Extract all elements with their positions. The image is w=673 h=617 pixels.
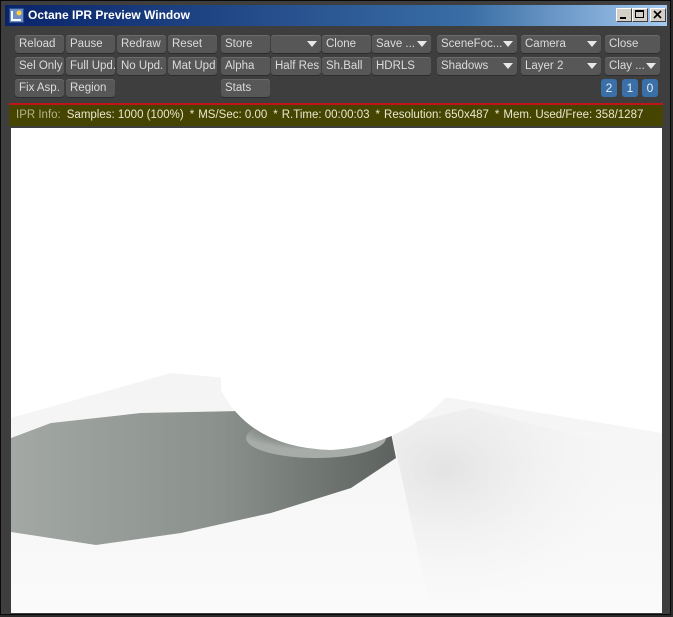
store-slot-dropdown[interactable] (271, 35, 321, 53)
save-label: Save ... (376, 38, 415, 50)
clay-dropdown[interactable]: Clay ... (605, 57, 660, 75)
region-button[interactable]: Region (66, 79, 115, 97)
counter-a[interactable]: 2 (601, 79, 617, 97)
info-ms-sec: MS/Sec: 0.00 (198, 109, 268, 121)
toolbar: Reload Pause Redraw Reset Store Clone Sa… (5, 28, 667, 101)
ipr-info-bar: IPR Info: Samples: 1000 (100%) * MS/Sec: 0.… (9, 105, 663, 126)
no-upd-button[interactable]: No Upd. (117, 57, 166, 75)
title-bar[interactable]: Octane IPR Preview Window (5, 5, 667, 26)
shadows-label: Shadows (441, 60, 489, 72)
pause-button[interactable]: Pause (66, 35, 115, 53)
half-res-button[interactable]: Half Res (271, 57, 321, 75)
shadows-dropdown[interactable]: Shadows (437, 57, 517, 75)
sel-only-button[interactable]: Sel Only (15, 57, 64, 75)
camera-label: Camera (525, 38, 566, 50)
sh-ball-button[interactable]: Sh.Ball (322, 57, 371, 75)
fix-asp-button[interactable]: Fix Asp. (15, 79, 64, 97)
reset-button[interactable]: Reset (168, 35, 217, 53)
redraw-button[interactable]: Redraw (117, 35, 166, 53)
maximize-icon (635, 10, 644, 18)
layer-label: Layer 2 (525, 60, 564, 72)
counter-b[interactable]: 1 (622, 79, 638, 97)
chevron-down-icon (307, 41, 317, 47)
info-samples: Samples: 1000 (100%) (66, 109, 184, 121)
info-separator: * (375, 109, 381, 121)
maximize-button[interactable] (632, 8, 648, 22)
reload-button[interactable]: Reload (15, 35, 64, 53)
info-resolution: Resolution: 650x487 (384, 109, 489, 121)
hdrls-button[interactable]: HDRLS (372, 57, 431, 75)
info-memory: Mem. Used/Free: 358/1287 (503, 109, 644, 121)
layer-dropdown[interactable]: Layer 2 (521, 57, 601, 75)
counter-c[interactable]: 0 (642, 79, 658, 97)
clay-label: Clay ... (609, 60, 645, 72)
store-button[interactable]: Store (221, 35, 270, 53)
chevron-down-icon (587, 41, 597, 47)
minimize-button[interactable] (616, 8, 632, 22)
close-ipr-button[interactable]: Close (605, 35, 660, 53)
chevron-down-icon (417, 41, 427, 47)
render-image (11, 128, 662, 613)
chevron-down-icon (646, 63, 656, 69)
info-separator: * (494, 109, 500, 121)
close-button[interactable] (650, 8, 666, 22)
info-separator: * (189, 109, 195, 121)
info-render-time: R.Time: 00:00:03 (281, 109, 370, 121)
window-title: Octane IPR Preview Window (28, 8, 190, 22)
full-upd-button[interactable]: Full Upd. (66, 57, 115, 75)
alpha-button[interactable]: Alpha (221, 57, 270, 75)
scene-focus-dropdown[interactable]: SceneFoc... (437, 35, 517, 53)
save-dropdown[interactable]: Save ... (372, 35, 431, 53)
stats-button[interactable]: Stats (221, 79, 270, 97)
minimize-icon (620, 17, 626, 19)
info-separator: * (273, 109, 278, 121)
camera-dropdown[interactable]: Camera (521, 35, 601, 53)
render-viewport[interactable] (11, 128, 662, 613)
chevron-down-icon (503, 41, 513, 47)
chevron-down-icon (503, 63, 513, 69)
chevron-down-icon (587, 63, 597, 69)
info-label: IPR Info: (16, 109, 61, 121)
clone-button[interactable]: Clone (322, 35, 371, 53)
ipr-window: Octane IPR Preview Window Reload Pause R… (0, 0, 671, 615)
mat-upd-button[interactable]: Mat Upd (168, 57, 217, 75)
close-icon (653, 10, 662, 19)
lightwave-icon (9, 8, 24, 23)
scene-focus-label: SceneFoc... (441, 38, 503, 50)
